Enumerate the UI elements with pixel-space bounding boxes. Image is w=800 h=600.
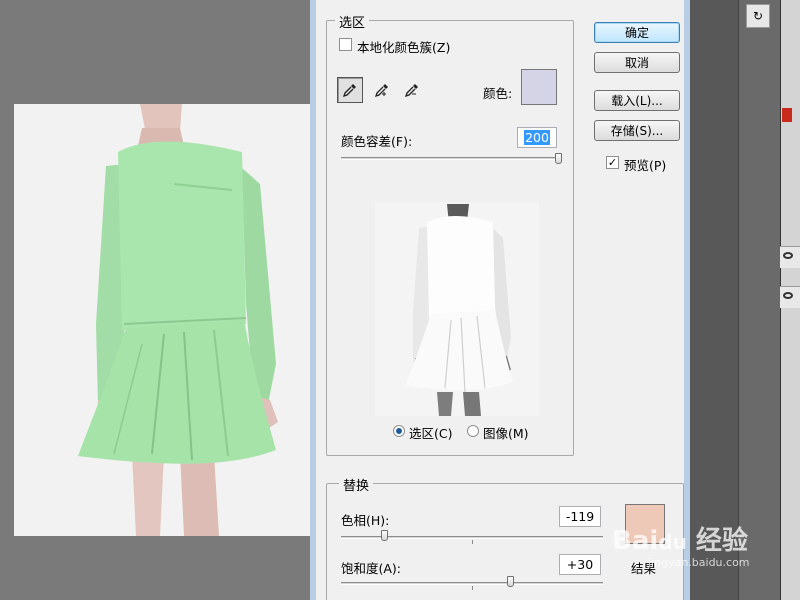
localized-clusters-label: 本地化颜色簇(Z) bbox=[357, 40, 451, 55]
baidu-watermark-url: jingyan.baidu.com bbox=[648, 556, 750, 569]
hue-slider-center-tick bbox=[472, 540, 473, 544]
eye-icon[interactable] bbox=[783, 252, 793, 259]
radio-selection[interactable] bbox=[393, 425, 405, 437]
saturation-label: 饱和度(A): bbox=[341, 561, 402, 576]
panel-icon-column bbox=[738, 0, 780, 600]
subtract-from-sample-tool[interactable] bbox=[399, 77, 425, 103]
eyedropper-plus-icon bbox=[374, 84, 388, 98]
layer-row[interactable] bbox=[780, 246, 800, 268]
selection-group: 选区 本地化颜色簇(Z) 颜色: 颜色容差(F): 200 选区(C) 图像(M… bbox=[326, 12, 574, 456]
replace-color-dialog: 选区 本地化颜色簇(Z) 颜色: 颜色容差(F): 200 选区(C) 图像(M… bbox=[310, 0, 690, 600]
layer-row[interactable] bbox=[780, 286, 800, 308]
load-button[interactable]: 载入(L)... bbox=[594, 90, 680, 111]
fuzziness-input[interactable]: 200 bbox=[517, 127, 557, 148]
color-label: 颜色: bbox=[483, 86, 513, 101]
radio-selection-label: 选区(C) bbox=[409, 426, 453, 441]
saturation-slider-track[interactable] bbox=[341, 582, 603, 585]
add-to-sample-tool[interactable] bbox=[369, 77, 395, 103]
save-button[interactable]: 存储(S)... bbox=[594, 120, 680, 141]
localized-clusters-checkbox[interactable] bbox=[339, 38, 352, 51]
hue-slider-track[interactable] bbox=[341, 536, 603, 539]
eyedropper-tool[interactable] bbox=[337, 77, 363, 103]
history-panel-icon[interactable]: ↻ bbox=[746, 4, 770, 28]
checkmark-icon: ✓ bbox=[607, 156, 618, 169]
selection-preview bbox=[375, 202, 539, 416]
saturation-slider-thumb[interactable] bbox=[507, 576, 515, 587]
eyedropper-minus-icon bbox=[404, 84, 418, 98]
document-canvas[interactable] bbox=[14, 104, 310, 536]
radio-image-label: 图像(M) bbox=[483, 426, 529, 441]
radio-image[interactable] bbox=[467, 425, 479, 437]
color-chip bbox=[782, 108, 792, 122]
hue-label: 色相(H): bbox=[341, 513, 390, 528]
ok-button[interactable]: 确定 bbox=[594, 22, 680, 43]
selection-color-swatch[interactable] bbox=[521, 69, 557, 105]
saturation-slider-center-tick bbox=[472, 586, 473, 590]
fuzziness-label: 颜色容差(F): bbox=[341, 134, 413, 149]
hue-slider-thumb[interactable] bbox=[381, 530, 389, 541]
model-photo bbox=[14, 104, 310, 536]
fuzziness-slider-track[interactable] bbox=[341, 157, 559, 160]
selection-group-title: 选区 bbox=[335, 12, 370, 31]
replace-group-title: 替换 bbox=[339, 475, 374, 494]
eyedropper-icon bbox=[342, 84, 356, 98]
preview-label: 预览(P) bbox=[624, 158, 667, 173]
hue-input[interactable]: -119 bbox=[559, 506, 601, 527]
saturation-input[interactable]: +30 bbox=[559, 554, 601, 575]
panel-dock: ↻ bbox=[690, 0, 800, 600]
fuzziness-slider-thumb[interactable] bbox=[555, 153, 562, 164]
eye-icon[interactable] bbox=[783, 292, 793, 299]
cancel-button[interactable]: 取消 bbox=[594, 52, 680, 73]
preview-checkbox[interactable]: ✓ bbox=[606, 156, 619, 169]
baidu-watermark: Baidu 经验 bbox=[612, 526, 748, 556]
mask-preview-image bbox=[375, 202, 539, 416]
